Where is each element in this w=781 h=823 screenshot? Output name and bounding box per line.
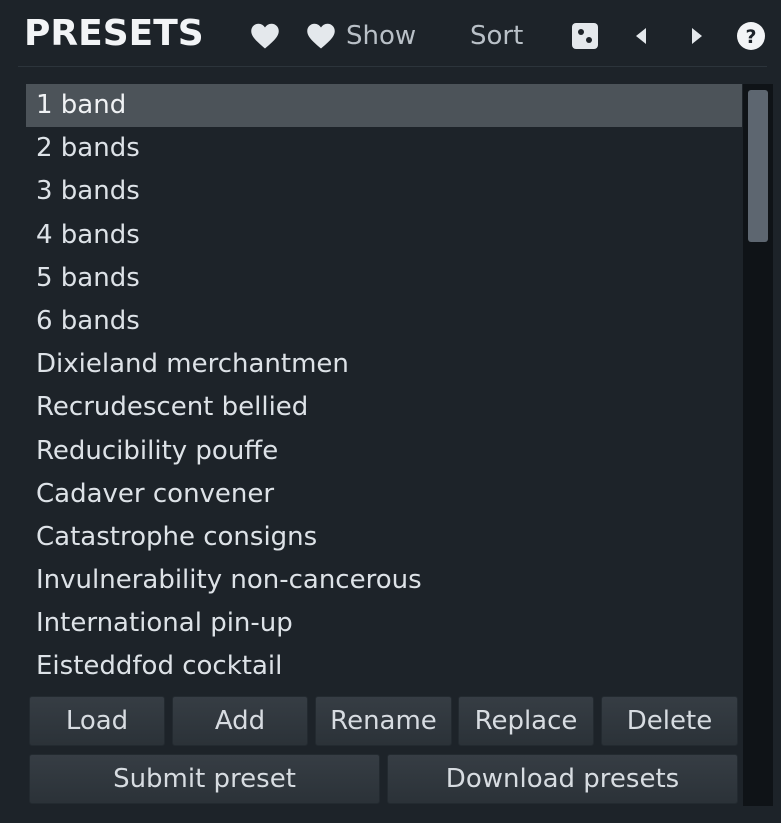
submit-preset-button[interactable]: Submit preset	[29, 754, 380, 804]
preset-list-item[interactable]: 6 bands	[26, 300, 742, 343]
download-presets-button[interactable]: Download presets	[387, 754, 738, 804]
heart-icon[interactable]	[250, 16, 280, 56]
preset-list-item[interactable]: 5 bands	[26, 257, 742, 300]
triangle-left-icon[interactable]	[634, 16, 648, 56]
preset-list-item[interactable]: Dixieland merchantmen	[26, 343, 742, 386]
load-button[interactable]: Load	[29, 696, 165, 746]
preset-list-item[interactable]: International pin-up	[26, 602, 742, 645]
preset-list-item[interactable]: Eisteddfod cocktail	[26, 645, 742, 688]
scrollbar[interactable]	[743, 84, 773, 806]
preset-list-item[interactable]: Cadaver convener	[26, 473, 742, 516]
heart-icon	[306, 22, 336, 50]
preset-list-item[interactable]: 4 bands	[26, 214, 742, 257]
show-label: Show	[346, 21, 417, 51]
preset-list-item[interactable]: 3 bands	[26, 170, 742, 213]
preset-list-item[interactable]: 1 band	[26, 84, 742, 128]
sort-button[interactable]: Sort	[470, 16, 523, 56]
replace-button[interactable]: Replace	[458, 696, 594, 746]
preset-list[interactable]: 1 band 2 bands 3 bands 4 bands 5 bands 6 band…	[26, 84, 742, 688]
triangle-right-icon[interactable]	[690, 16, 704, 56]
question-circle-icon[interactable]: ?	[737, 16, 765, 56]
preset-list-item[interactable]: Catastrophe consigns	[26, 516, 742, 559]
add-button[interactable]: Add	[172, 696, 308, 746]
preset-list-item[interactable]: Invulnerability non-cancerous	[26, 559, 742, 602]
presets-panel: PRESETS Show Sort ? 1 band 2 bands 3 ban…	[0, 0, 781, 823]
sort-label: Sort	[470, 21, 524, 51]
preset-list-item[interactable]: Reducibility pouffe	[26, 430, 742, 473]
scrollbar-thumb[interactable]	[748, 90, 768, 242]
preset-list-item[interactable]: Recrudescent bellied	[26, 386, 742, 429]
preset-list-item[interactable]: 2 bands	[26, 127, 742, 170]
presets-header: PRESETS Show Sort ?	[0, 0, 781, 68]
panel-title: PRESETS	[24, 13, 204, 54]
dice-icon[interactable]	[572, 16, 598, 56]
show-favorites-button[interactable]: Show	[306, 16, 416, 56]
delete-button[interactable]: Delete	[601, 696, 738, 746]
header-divider	[18, 66, 767, 67]
rename-button[interactable]: Rename	[315, 696, 452, 746]
svg-text:?: ?	[745, 26, 756, 48]
